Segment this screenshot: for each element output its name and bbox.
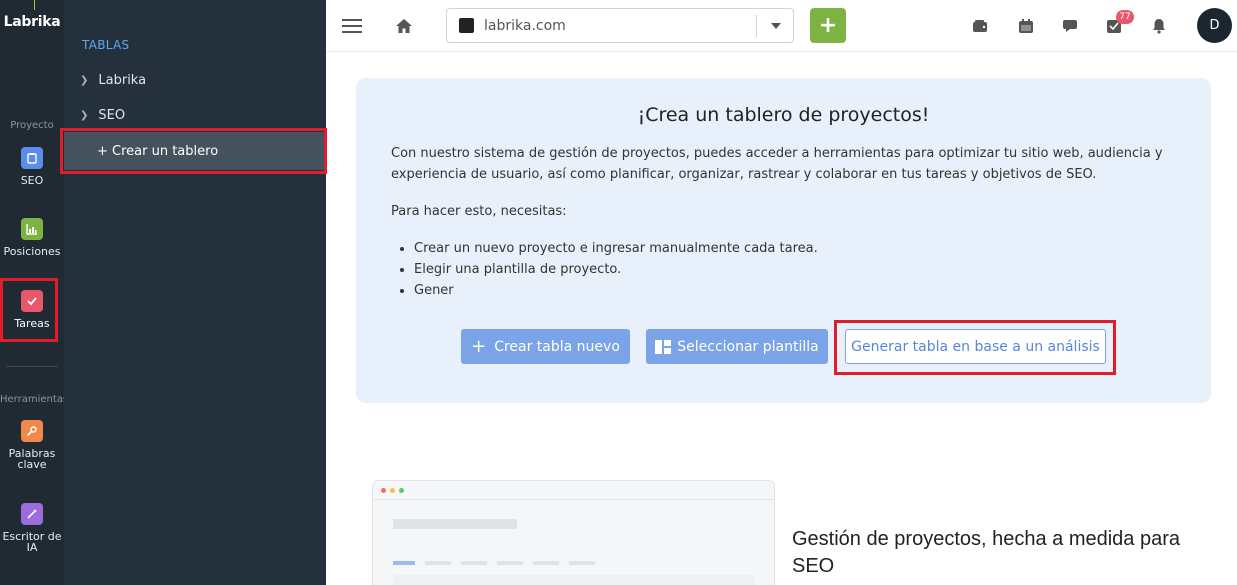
tasks-count-badge: 77 <box>1116 10 1134 24</box>
app-logo[interactable]: Labrika <box>0 14 64 30</box>
card-requirements-label: Para hacer esto, necesitas: <box>391 204 567 219</box>
home-icon[interactable] <box>394 16 414 36</box>
card-intro: Con nuestro sistema de gestión de proyec… <box>391 146 1163 182</box>
menu-icon[interactable] <box>342 16 362 36</box>
plus-icon: + <box>471 335 487 357</box>
chevron-down-icon[interactable] <box>771 23 781 29</box>
sidebar-title: TABLAS <box>82 38 130 52</box>
rail-item-label: Posiciones <box>3 245 61 258</box>
chart-icon <box>21 218 43 240</box>
clipboard-icon <box>21 147 43 169</box>
sidebar-item-labrika[interactable]: ❯ Labrika <box>80 73 146 88</box>
window-dots <box>381 488 404 493</box>
create-board-button[interactable]: + Crear un tablero <box>64 132 326 170</box>
rail-item-label: SEO <box>20 174 44 187</box>
promo-heading: Gestión de proyectos, hecha a medida par… <box>792 528 1181 577</box>
list-item: Elegir una plantilla de proyecto. <box>414 259 818 280</box>
select-template-label: Seleccionar plantilla <box>677 338 819 355</box>
selector-separator <box>756 15 757 37</box>
list-item: Crear un nuevo proyecto e ingresar manua… <box>414 238 818 259</box>
site-favicon <box>459 18 474 33</box>
new-table-label: Crear tabla nuevo <box>494 338 620 355</box>
card-requirements-list: Crear un nuevo proyecto e ingresar manua… <box>414 238 818 301</box>
rail-section-tools: Herramientas <box>0 394 69 405</box>
icon-rail: Labrika Proyecto SEO Posiciones Tareas H… <box>0 0 69 585</box>
rail-item-seo[interactable]: SEO <box>0 147 64 186</box>
chat-icon[interactable] <box>1060 16 1080 36</box>
boards-sidebar: TABLAS ❯ Labrika ❯ SEO + Crear un tabler… <box>64 0 326 585</box>
site-selector[interactable]: labrika.com <box>446 8 794 43</box>
chevron-right-icon: ❯ <box>80 75 89 86</box>
sidebar-item-seo[interactable]: ❯ SEO <box>80 108 125 123</box>
card-title: ¡Crea un tablero de proyectos! <box>637 104 930 126</box>
rail-section-project: Proyecto <box>10 120 54 131</box>
sidebar-item-label: SEO <box>98 108 126 123</box>
rail-item-label: Escritor de IA <box>2 530 62 554</box>
key-icon <box>21 420 43 442</box>
add-button[interactable]: + <box>810 8 846 43</box>
rail-item-keywords[interactable]: Palabras clave <box>0 420 64 470</box>
rail-item-positions[interactable]: Posiciones <box>0 218 64 257</box>
bell-icon[interactable] <box>1149 16 1169 36</box>
sidebar-item-label: Labrika <box>98 73 147 88</box>
site-selector-value: labrika.com <box>484 17 566 34</box>
template-icon <box>655 339 672 354</box>
select-template-button[interactable]: Seleccionar plantilla <box>646 329 828 364</box>
rail-item-label: Tareas <box>14 317 50 330</box>
check-icon <box>21 290 43 312</box>
rail-item-tasks[interactable]: Tareas <box>0 290 64 329</box>
rail-item-ai-writer[interactable]: Escritor de IA <box>0 503 64 553</box>
list-item: Gener <box>414 280 818 301</box>
rail-divider <box>6 366 58 367</box>
new-table-button[interactable]: + Crear tabla nuevo <box>461 329 630 364</box>
chevron-right-icon: ❯ <box>80 110 89 121</box>
rail-item-label: Palabras clave <box>8 447 56 471</box>
top-bar: labrika.com + 77 D <box>326 0 1237 52</box>
magic-wand-icon <box>21 503 43 525</box>
avatar[interactable]: D <box>1197 8 1232 43</box>
wallet-icon[interactable] <box>970 16 990 36</box>
board-preview-image <box>372 480 775 585</box>
create-board-card: ¡Crea un tablero de proyectos! Con nuest… <box>356 78 1211 403</box>
logo-accent <box>34 0 35 10</box>
calendar-icon[interactable] <box>1016 16 1036 36</box>
generate-from-analysis-button[interactable]: Generar tabla en base a un análisis <box>845 329 1106 364</box>
